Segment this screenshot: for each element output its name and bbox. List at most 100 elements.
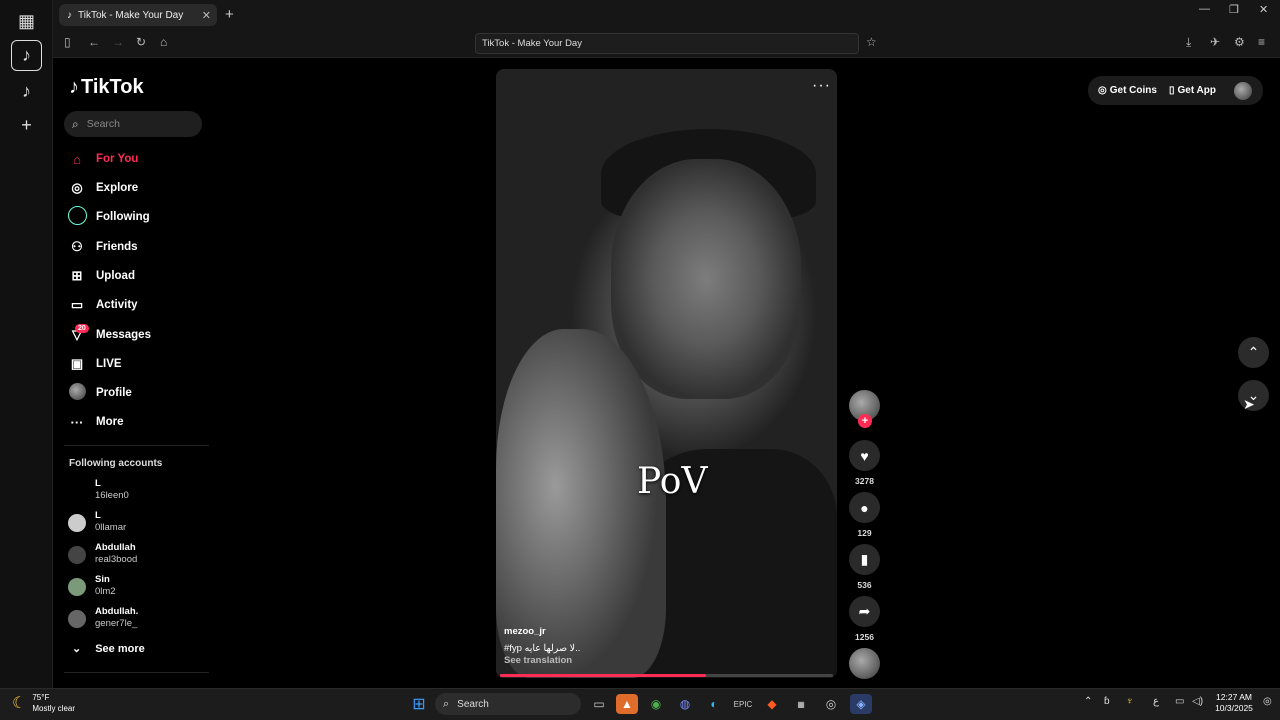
add-app-icon[interactable]: + xyxy=(11,110,42,141)
comment-count: 129 xyxy=(857,528,872,538)
sidebar-toggle-icon[interactable]: ▯ xyxy=(64,35,71,49)
restore-icon[interactable]: ❐ xyxy=(1229,3,1239,16)
home-icon: ⌂ xyxy=(73,151,81,167)
account-item[interactable]: Sin 0lm2 xyxy=(68,574,208,600)
tiktok-note-icon: ♪ xyxy=(69,76,79,98)
workspaces-icon[interactable]: ▦ xyxy=(11,6,42,37)
video-more-options-icon[interactable]: ··· xyxy=(812,77,831,95)
microphone-icon[interactable]: ♆ xyxy=(1126,696,1134,707)
share-arrow-icon[interactable]: ➦ xyxy=(849,596,880,627)
weather-temp: 75°F xyxy=(32,693,50,702)
following-accounts-title: Following accounts xyxy=(69,458,163,469)
discord-icon[interactable]: ◍ xyxy=(674,694,696,714)
sidebar-divider xyxy=(64,445,209,446)
account-avatar xyxy=(68,514,86,532)
see-more-button[interactable]: ⌄ See more xyxy=(72,642,145,656)
nav-messages[interactable]: ▽ Messages xyxy=(68,325,218,345)
account-item[interactable]: Abdullah real3bood xyxy=(68,542,208,568)
save-count: 536 xyxy=(857,580,872,590)
video-username[interactable]: mezoo_jr xyxy=(504,626,546,637)
tiktok-app-icon-2[interactable]: ♪ xyxy=(11,76,42,107)
rocket-icon[interactable]: ✈ xyxy=(1210,35,1220,49)
see-translation-link[interactable]: See translation xyxy=(504,655,572,666)
nav-profile[interactable]: Profile xyxy=(68,383,218,403)
video-progress-bar[interactable] xyxy=(500,674,833,677)
account-username: gener7le_ xyxy=(95,618,138,629)
tiktok-app-icon[interactable]: ♪ xyxy=(11,40,42,71)
like-heart-icon[interactable]: ♥ xyxy=(849,440,880,471)
account-item[interactable]: L 16leen0 xyxy=(68,478,208,504)
nav-live[interactable]: ▣ LIVE xyxy=(68,354,218,374)
task-view-icon[interactable]: ▭ xyxy=(588,694,610,714)
like-count: 3278 xyxy=(855,476,874,486)
browser-taskbar-icon[interactable]: ◈ xyxy=(850,694,872,714)
taskbar-search[interactable]: ⌕ Search xyxy=(435,693,581,715)
nav-for-you[interactable]: ⌂ For You xyxy=(68,149,218,169)
minimize-icon[interactable]: — xyxy=(1199,3,1210,15)
nav-friends[interactable]: ⚇ Friends xyxy=(68,237,218,257)
nav-explore[interactable]: ◎ Explore xyxy=(68,178,218,198)
reload-icon[interactable]: ↻ xyxy=(136,35,146,49)
tray-app-icon[interactable]: ɓ xyxy=(1104,696,1110,707)
search-input[interactable]: ⌕ Search xyxy=(64,111,202,137)
steam-icon[interactable]: ◎ xyxy=(820,694,842,714)
nav-label: Friends xyxy=(96,241,138,253)
account-avatar xyxy=(68,546,86,564)
close-tab-icon[interactable]: ✕ xyxy=(202,9,211,22)
settings-gear-icon[interactable]: ⚙ xyxy=(1234,35,1245,49)
get-coins-label: Get Coins xyxy=(1109,85,1157,96)
comment-icon[interactable]: ● xyxy=(849,492,880,523)
get-app-button[interactable]: ▯ Get App xyxy=(1169,85,1216,96)
network-icon[interactable]: ▭ xyxy=(1175,696,1184,707)
previous-video-button[interactable]: ⌃ xyxy=(1238,337,1269,368)
brave-icon[interactable]: ◆ xyxy=(761,694,783,714)
download-icon[interactable]: ⤓ xyxy=(1186,35,1191,50)
home-icon[interactable]: ⌂ xyxy=(160,35,167,49)
menu-icon[interactable]: ≡ xyxy=(1258,35,1265,49)
volume-icon[interactable]: ◁) xyxy=(1192,696,1203,707)
bookmark-star-icon[interactable]: ☆ xyxy=(866,35,877,49)
nav-label: Explore xyxy=(96,182,139,194)
close-window-icon[interactable]: ✕ xyxy=(1259,3,1268,16)
system-clock[interactable]: 12:27 AM 10/3/2025 xyxy=(1212,692,1256,714)
windows-start-icon[interactable]: ⊞ xyxy=(408,694,430,714)
chrome-icon[interactable]: ◉ xyxy=(645,694,667,714)
follow-plus-icon[interactable]: + xyxy=(858,414,872,428)
account-item[interactable]: Abdullah. gener7le_ xyxy=(68,606,208,632)
live-icon: ▣ xyxy=(70,356,84,371)
notification-icon[interactable]: ◎ xyxy=(1263,696,1272,707)
new-tab-button[interactable]: + xyxy=(225,6,234,23)
nav-label: Activity xyxy=(96,299,138,311)
epic-games-icon[interactable]: EPIC xyxy=(732,694,754,714)
back-icon[interactable]: ← xyxy=(88,35,100,49)
video-caption: #fyp لا صرلها عايه.. xyxy=(504,643,581,654)
weather-widget[interactable]: ☾ 75°F Mostly clear xyxy=(12,692,75,714)
account-avatar xyxy=(68,610,86,628)
share-count: 1256 xyxy=(855,632,874,642)
language-indicator[interactable]: ع xyxy=(1153,696,1159,707)
tiktok-logo[interactable]: ♪ TikTok xyxy=(69,76,144,99)
nav-following[interactable]: Following xyxy=(68,206,218,227)
compass-icon: ◎ xyxy=(71,180,83,195)
nav-more[interactable]: ··· More xyxy=(68,412,218,432)
sound-disc-icon[interactable] xyxy=(849,648,880,679)
more-icon: ··· xyxy=(70,414,84,430)
nav-upload[interactable]: ⊞ Upload xyxy=(68,266,218,286)
app-icon-2[interactable]: ▦ xyxy=(790,694,812,714)
account-item[interactable]: L 0llamar xyxy=(68,510,208,536)
app-icon[interactable]: ▲ xyxy=(616,694,638,714)
account-name: L xyxy=(95,478,101,489)
video-player[interactable]: PoV ··· mezoo_jr #fyp لا صرلها عايه.. Se… xyxy=(496,69,837,678)
tray-overflow-icon[interactable]: ⌃ xyxy=(1084,696,1092,707)
clock-time: 12:27 AM xyxy=(1216,692,1252,702)
address-bar[interactable]: TikTok - Make Your Day xyxy=(475,33,859,54)
nav-activity[interactable]: ▭ Activity xyxy=(68,295,218,315)
user-avatar[interactable] xyxy=(1234,81,1252,100)
search-icon: ⌕ xyxy=(72,116,79,131)
mouse-cursor-icon: ➤ xyxy=(1243,396,1255,412)
edge-icon[interactable]: ◐ xyxy=(703,694,725,714)
forward-icon[interactable]: → xyxy=(112,35,124,49)
get-coins-button[interactable]: ◎ Get Coins xyxy=(1098,85,1157,96)
browser-tab[interactable]: ♪ TikTok - Make Your Day ✕ xyxy=(59,4,217,26)
bookmark-icon[interactable]: ▮ xyxy=(849,544,880,575)
